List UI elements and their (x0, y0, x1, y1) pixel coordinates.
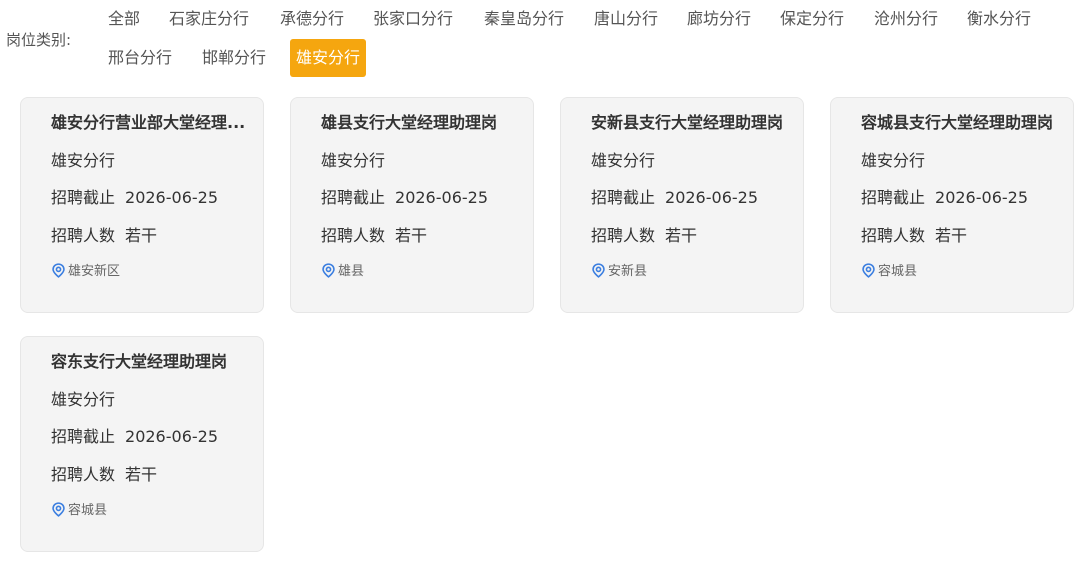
filter-item-xiongan[interactable]: 雄安分行 (290, 39, 367, 77)
job-title[interactable]: 雄县支行大堂经理助理岗 (321, 112, 529, 134)
job-card[interactable]: 容东支行大堂经理助理岗 雄安分行招聘截止 2026-06-25 招聘人数 若干容城县 (20, 336, 264, 552)
job-title[interactable]: 容东支行大堂经理助理岗 (51, 351, 259, 373)
location-pin-icon (861, 263, 876, 278)
job-title[interactable]: 容城县支行大堂经理助理岗 (861, 112, 1069, 134)
job-deadline-row: 招聘截止 2026-06-25 (861, 187, 1028, 209)
job-title[interactable]: 雄安分行营业部大堂经理... (51, 112, 259, 134)
headcount-value: 若干 (665, 226, 698, 245)
job-headcount-row: 招聘人数 若干 (321, 225, 427, 247)
job-headcount-row: 招聘人数 若干 (591, 225, 697, 247)
deadline-label: 招聘截止 (51, 188, 116, 207)
filter-item-tangshan[interactable]: 唐山分行 (594, 8, 658, 30)
filter-item-shijiazhuang[interactable]: 石家庄分行 (169, 8, 249, 30)
filter-item-langfang[interactable]: 廊坊分行 (687, 8, 751, 30)
deadline-value: 2026-06-25 (125, 188, 218, 207)
job-card[interactable]: 雄县支行大堂经理助理岗 雄安分行招聘截止 2026-06-25 招聘人数 若干雄县 (290, 97, 534, 313)
filter-item-zhangjiakou[interactable]: 张家口分行 (373, 8, 453, 30)
location-pin-icon (51, 263, 66, 278)
filter-item-qinhuangdao[interactable]: 秦皇岛分行 (484, 8, 564, 30)
job-deadline-row: 招聘截止 2026-06-25 (51, 187, 218, 209)
location-pin-icon (591, 263, 606, 278)
job-deadline-row: 招聘截止 2026-06-25 (321, 187, 488, 209)
location-pin-icon (51, 502, 66, 517)
headcount-label: 招聘人数 (51, 226, 116, 245)
job-location: 容城县 (51, 502, 107, 520)
deadline-label: 招聘截止 (861, 188, 926, 207)
job-branch: 雄安分行 (51, 151, 116, 170)
deadline-value: 2026-06-25 (935, 188, 1028, 207)
filter-item-hengshui[interactable]: 衡水分行 (967, 8, 1031, 30)
job-location-text: 容城县 (878, 264, 918, 279)
headcount-value: 若干 (125, 226, 158, 245)
job-branch: 雄安分行 (591, 151, 656, 170)
job-location: 雄县 (321, 263, 364, 281)
job-location: 雄安新区 (51, 263, 120, 281)
job-location-text: 安新县 (608, 264, 648, 279)
job-headcount-row: 招聘人数 若干 (51, 225, 157, 247)
deadline-value: 2026-06-25 (125, 427, 218, 446)
job-card[interactable]: 雄安分行营业部大堂经理... 雄安分行招聘截止 2026-06-25 招聘人数 若干雄安… (20, 97, 264, 313)
job-title[interactable]: 安新县支行大堂经理助理岗 (591, 112, 799, 134)
job-deadline-row: 招聘截止 2026-06-25 (591, 187, 758, 209)
job-card[interactable]: 容城县支行大堂经理助理岗 雄安分行招聘截止 2026-06-25 招聘人数 若干容城县 (830, 97, 1074, 313)
filter-item-baoding[interactable]: 保定分行 (780, 8, 844, 30)
filter-item-handan[interactable]: 邯郸分行 (202, 47, 266, 69)
headcount-value: 若干 (125, 465, 158, 484)
filter-item-all[interactable]: 全部 (108, 8, 140, 30)
job-location-text: 容城县 (68, 503, 108, 518)
job-location: 容城县 (861, 263, 917, 281)
job-headcount-row: 招聘人数 若干 (51, 464, 157, 486)
job-location-text: 雄县 (338, 264, 365, 279)
location-pin-icon (321, 263, 336, 278)
deadline-label: 招聘截止 (51, 427, 116, 446)
deadline-value: 2026-06-25 (665, 188, 758, 207)
headcount-label: 招聘人数 (321, 226, 386, 245)
headcount-label: 招聘人数 (51, 465, 116, 484)
filter-label: 岗位类别: (6, 31, 72, 49)
deadline-label: 招聘截止 (591, 188, 656, 207)
headcount-value: 若干 (395, 226, 428, 245)
filter-item-chengde[interactable]: 承德分行 (280, 8, 344, 30)
job-card[interactable]: 安新县支行大堂经理助理岗 雄安分行招聘截止 2026-06-25 招聘人数 若干安新县 (560, 97, 804, 313)
filter-item-xingtai[interactable]: 邢台分行 (108, 47, 172, 69)
deadline-label: 招聘截止 (321, 188, 386, 207)
headcount-label: 招聘人数 (861, 226, 926, 245)
filter-item-cangzhou[interactable]: 沧州分行 (874, 8, 938, 30)
job-deadline-row: 招聘截止 2026-06-25 (51, 426, 218, 448)
headcount-value: 若干 (935, 226, 968, 245)
job-branch: 雄安分行 (861, 151, 926, 170)
job-branch: 雄安分行 (321, 151, 386, 170)
job-headcount-row: 招聘人数 若干 (861, 225, 967, 247)
job-branch: 雄安分行 (51, 390, 116, 409)
deadline-value: 2026-06-25 (395, 188, 488, 207)
job-location-text: 雄安新区 (68, 264, 121, 279)
headcount-label: 招聘人数 (591, 226, 656, 245)
job-location: 安新县 (591, 263, 647, 281)
